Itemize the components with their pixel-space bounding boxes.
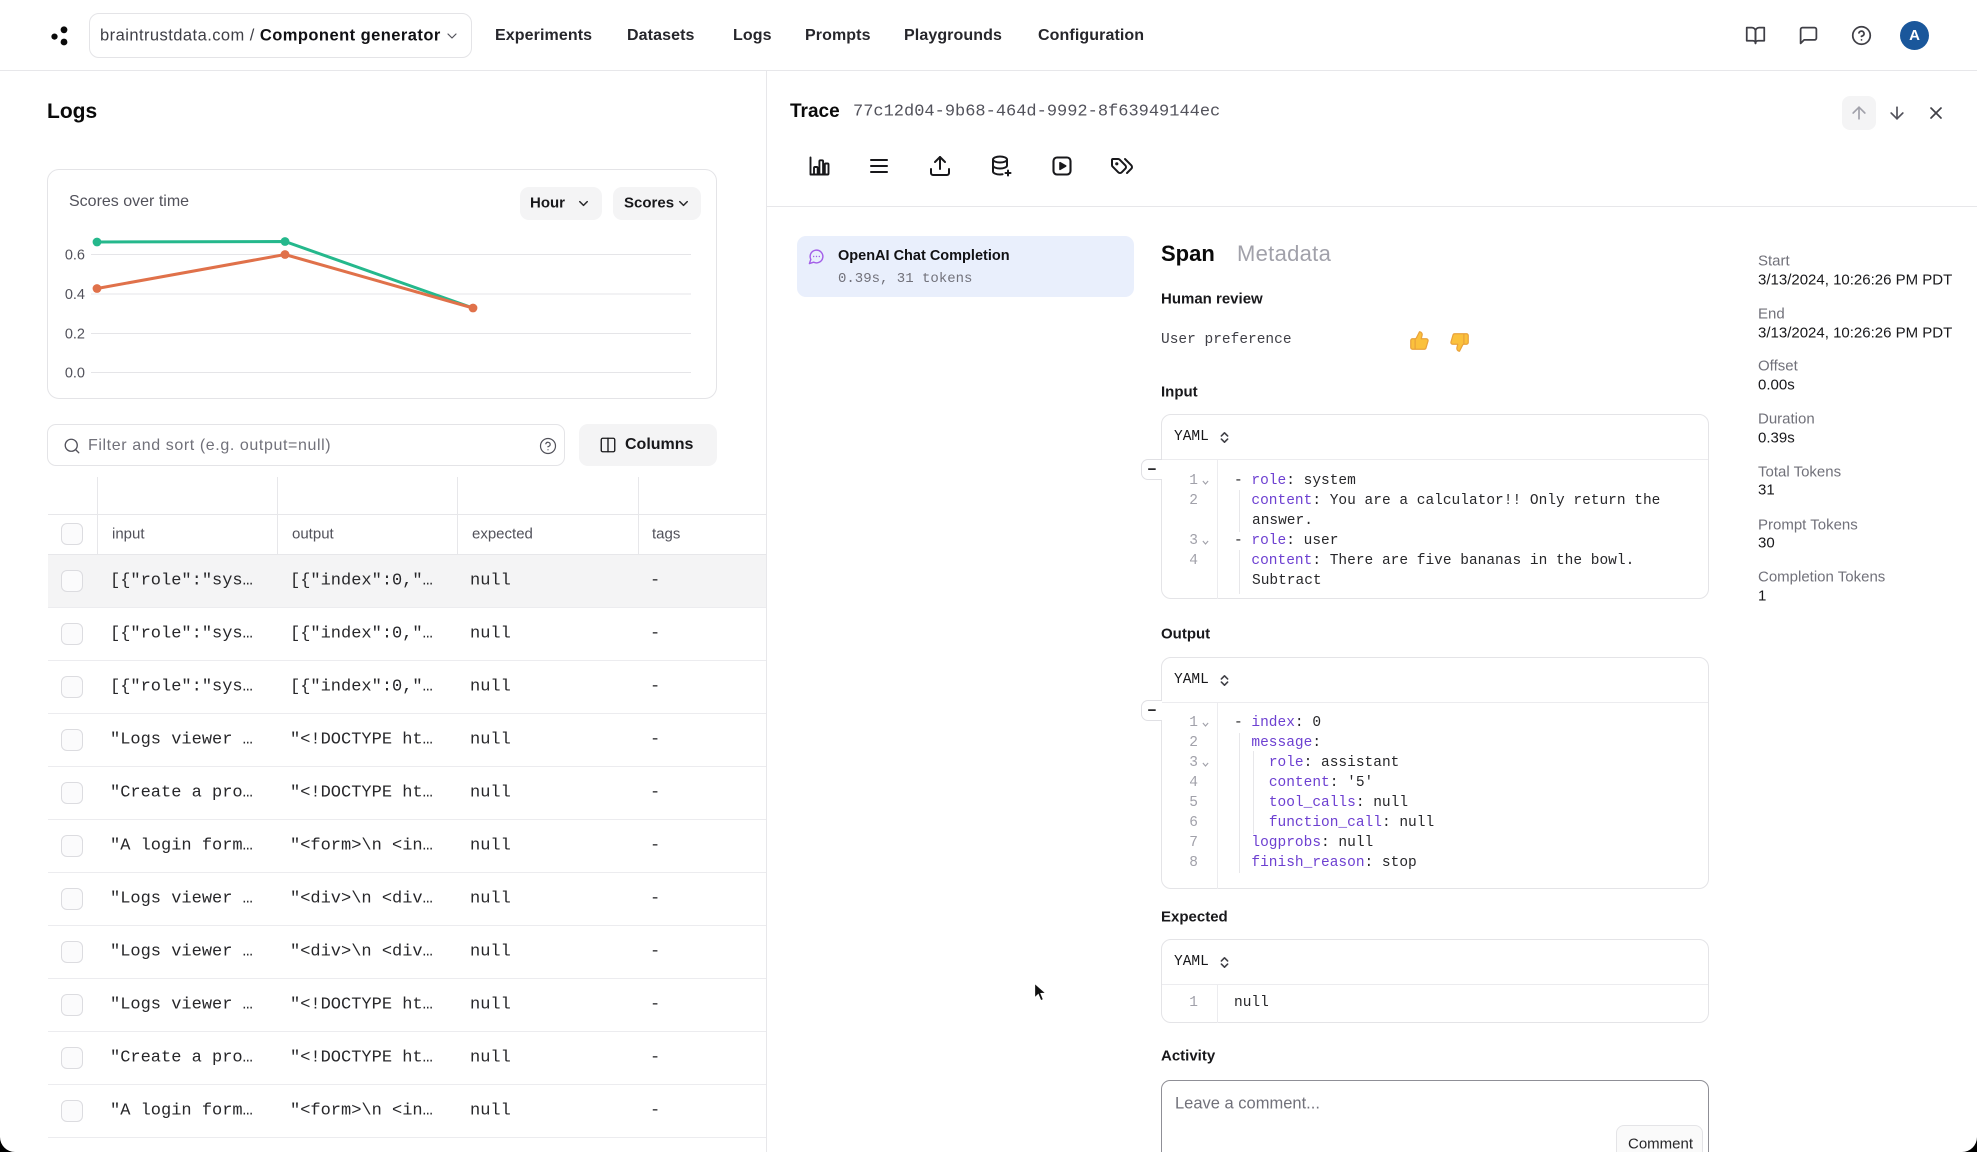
svg-text:0.0: 0.0	[65, 366, 85, 382]
svg-text:0.2: 0.2	[65, 327, 85, 343]
svg-text:0.4: 0.4	[65, 287, 85, 303]
svg-text:0.6: 0.6	[65, 248, 85, 264]
